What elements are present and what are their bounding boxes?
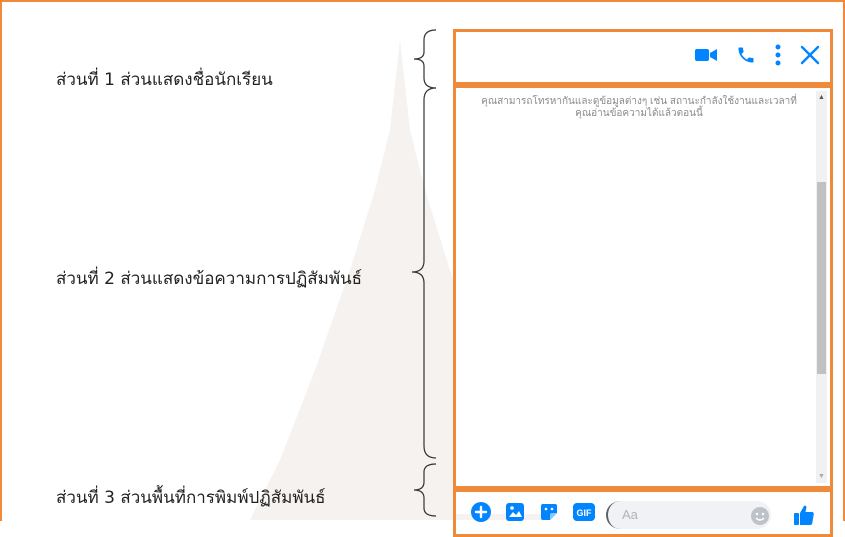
section3-brace	[413, 463, 437, 517]
scrollbar[interactable]: ▲ ▼	[816, 91, 827, 483]
section1-brace	[413, 29, 437, 89]
section2-label: ส่วนที่ 2 ส่วนแสดงข้อความการปฏิสัมพันธ์	[56, 269, 363, 289]
emoji-icon[interactable]	[750, 506, 770, 526]
info-notice: คุณสามารถโทรหากันและดูข้อมูลต่างๆ เช่น ส…	[481, 96, 797, 119]
section1-label: ส่วนที่ 1 ส่วนแสดงชื่อนักเรียน	[56, 70, 273, 90]
section3-label: ส่วนที่ 3 ส่วนพื้นที่การพิมพ์ปฏิสัมพันธ์	[56, 488, 326, 508]
video-camera-icon[interactable]	[694, 46, 718, 64]
gif-icon[interactable]: GIF	[572, 501, 596, 523]
scrollbar-thumb[interactable]	[817, 182, 826, 374]
composer-bar: GIF Aa	[453, 489, 833, 537]
section2-brace	[411, 87, 437, 459]
close-icon[interactable]	[800, 45, 820, 65]
photo-icon[interactable]	[504, 501, 526, 523]
phone-icon[interactable]	[736, 45, 756, 65]
message-area[interactable]: คุณสามารถโทรหากันและดูข้อมูลต่างๆ เช่น ส…	[453, 85, 833, 489]
svg-text:GIF: GIF	[577, 508, 593, 518]
message-input[interactable]: Aa	[606, 501, 771, 529]
more-options-icon[interactable]	[774, 44, 782, 66]
chat-window: คุณสามารถโทรหากันและดูข้อมูลต่างๆ เช่น ส…	[453, 29, 833, 537]
scroll-down-icon[interactable]: ▼	[818, 473, 825, 480]
thumbs-up-icon[interactable]	[792, 503, 816, 527]
add-plus-icon[interactable]	[470, 501, 492, 523]
chat-header	[453, 29, 833, 85]
sticker-icon[interactable]	[538, 501, 560, 523]
scroll-up-icon[interactable]: ▲	[818, 94, 825, 101]
